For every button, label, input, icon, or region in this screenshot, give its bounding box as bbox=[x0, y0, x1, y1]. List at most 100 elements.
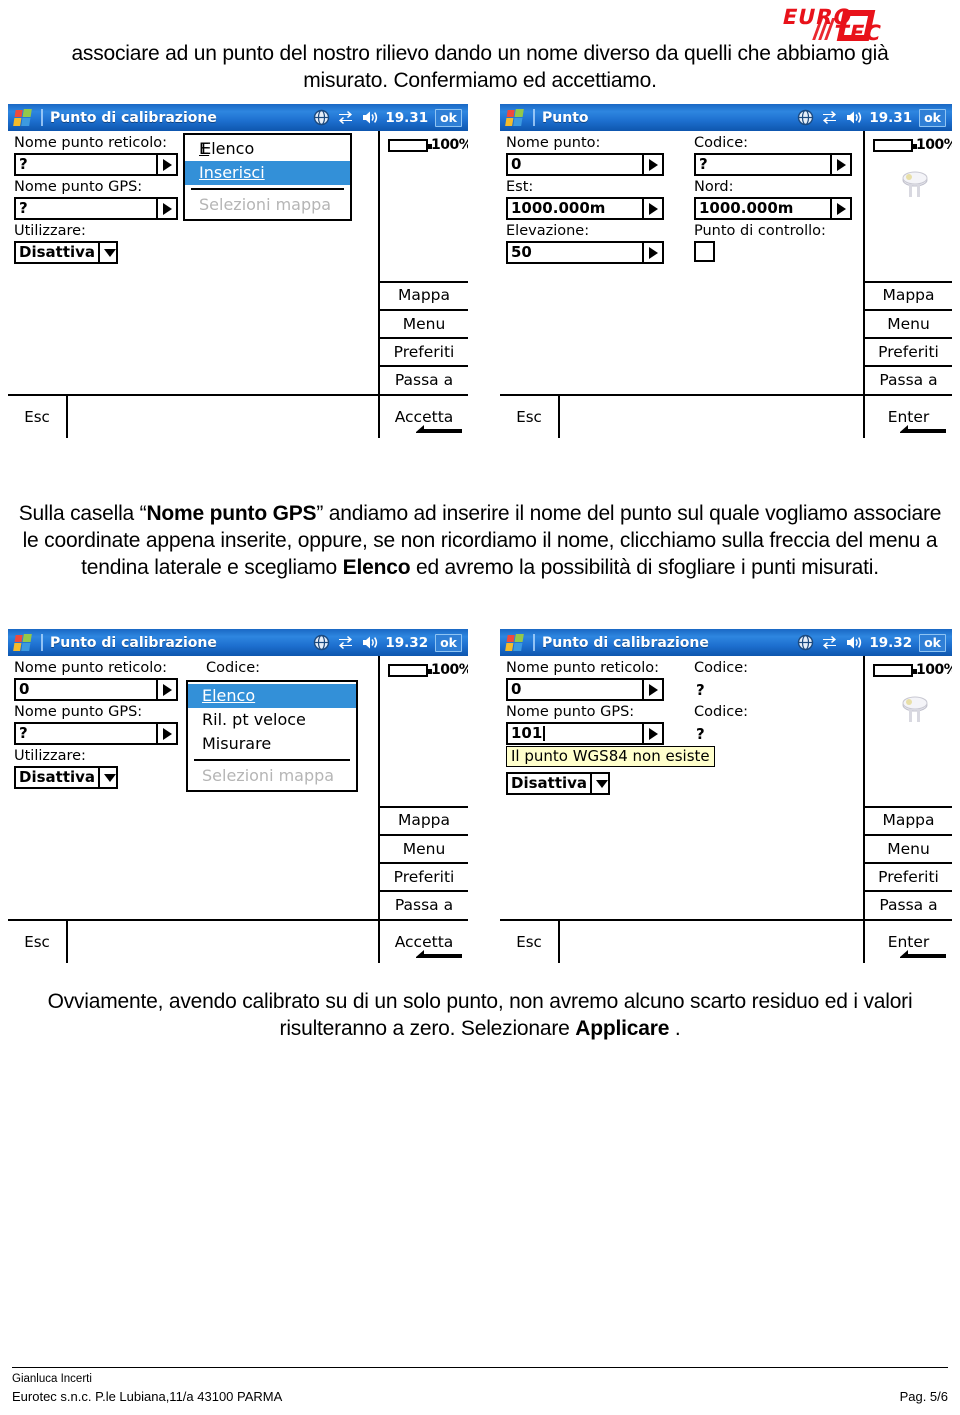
eurotec-logo: EURO TEC bbox=[756, 2, 952, 44]
esc-button[interactable]: Esc bbox=[500, 921, 558, 963]
windows-start-icon[interactable] bbox=[503, 108, 529, 128]
menu-item-inserisci[interactable]: Inserisci bbox=[185, 161, 350, 185]
chevron-down-icon[interactable] bbox=[98, 243, 120, 262]
field-codice[interactable]: ? bbox=[694, 153, 852, 176]
sidebar-button-mappa[interactable]: Mappa bbox=[380, 806, 468, 834]
sidebar-button-passa-a[interactable]: Passa a bbox=[865, 890, 952, 918]
value-nome-punto-gps: ? bbox=[19, 724, 28, 742]
dropdown-arrow-icon[interactable] bbox=[156, 199, 176, 218]
label-nome-punto-gps: Nome punto GPS: bbox=[14, 704, 143, 720]
value-nord: 1000.000m bbox=[699, 199, 794, 217]
battery-percent: 100% bbox=[916, 662, 952, 678]
field-nome-punto-gps[interactable]: ? bbox=[14, 197, 178, 220]
enter-key-glyph-icon bbox=[900, 950, 946, 958]
activesync-icon[interactable] bbox=[337, 634, 354, 651]
windows-start-icon[interactable] bbox=[11, 633, 37, 653]
dropdown-arrow-icon[interactable] bbox=[642, 155, 662, 174]
combo-utilizzare[interactable]: Disattiva bbox=[506, 772, 610, 795]
dropdown-arrow-icon[interactable] bbox=[642, 680, 662, 699]
activesync-icon[interactable] bbox=[337, 109, 354, 126]
connection-globe-icon[interactable] bbox=[313, 109, 330, 126]
dropdown-arrow-icon[interactable] bbox=[642, 243, 662, 262]
dropdown-arrow-icon[interactable] bbox=[156, 155, 176, 174]
menu-item-ril-pt-veloce[interactable]: Ril. pt veloce bbox=[188, 708, 356, 732]
clock: 19.31 bbox=[869, 109, 913, 126]
value-nome-punto-reticolo: ? bbox=[19, 155, 28, 173]
combo-utilizzare[interactable]: Disattiva bbox=[14, 766, 118, 789]
enter-key-glyph-icon bbox=[416, 950, 462, 958]
field-nord[interactable]: 1000.000m bbox=[694, 197, 852, 220]
esc-button[interactable]: Esc bbox=[8, 921, 66, 963]
dropdown-arrow-icon[interactable] bbox=[156, 680, 176, 699]
menu-item-elenco[interactable]: EElenco bbox=[185, 137, 350, 161]
windows-start-icon[interactable] bbox=[11, 108, 37, 128]
sidebar-button-menu[interactable]: Menu bbox=[865, 309, 952, 337]
battery-icon bbox=[873, 663, 917, 677]
chevron-down-icon[interactable] bbox=[590, 774, 612, 793]
field-nome-punto-reticolo[interactable]: ? bbox=[14, 153, 178, 176]
field-elevazione[interactable]: 50 bbox=[506, 241, 664, 264]
chevron-down-icon[interactable] bbox=[98, 768, 120, 787]
field-nome-punto[interactable]: 0 bbox=[506, 153, 664, 176]
volume-icon[interactable] bbox=[845, 634, 862, 651]
sidebar-buttons: Mappa Menu Preferiti Passa a bbox=[380, 806, 468, 919]
context-menu[interactable]: EElenco Inserisci Selezioni mappa bbox=[183, 133, 352, 221]
dropdown-arrow-icon[interactable] bbox=[156, 724, 176, 743]
checkbox-punto-di-controllo[interactable] bbox=[694, 241, 715, 262]
bottom-divider-1 bbox=[66, 921, 68, 963]
label-est: Est: bbox=[506, 179, 534, 195]
field-nome-punto-gps[interactable]: ? bbox=[14, 722, 178, 745]
value-nome-punto-reticolo: 0 bbox=[19, 680, 30, 698]
sidebar-button-preferiti[interactable]: Preferiti bbox=[865, 862, 952, 890]
sidebar-button-passa-a[interactable]: Passa a bbox=[865, 365, 952, 393]
ok-button[interactable]: ok bbox=[919, 633, 946, 652]
volume-icon[interactable] bbox=[361, 634, 378, 651]
dropdown-arrow-icon[interactable] bbox=[642, 724, 662, 743]
esc-button[interactable]: Esc bbox=[8, 396, 66, 438]
context-menu[interactable]: Elenco Ril. pt veloce Misurare Selezioni… bbox=[186, 680, 358, 792]
windows-start-icon[interactable] bbox=[503, 633, 529, 653]
label-codice: Codice: bbox=[206, 660, 261, 676]
volume-icon[interactable] bbox=[845, 109, 862, 126]
menu-item-misurare-label: Misurare bbox=[202, 734, 272, 753]
dropdown-arrow-icon[interactable] bbox=[830, 155, 850, 174]
sidebar-top-divider bbox=[380, 806, 468, 808]
sidebar-button-menu[interactable]: Menu bbox=[380, 834, 468, 862]
connection-globe-icon[interactable] bbox=[797, 634, 814, 651]
menu-item-misurare[interactable]: Misurare bbox=[188, 732, 356, 756]
activesync-icon[interactable] bbox=[821, 109, 838, 126]
combo-utilizzare[interactable]: Disattiva bbox=[14, 241, 118, 264]
connection-globe-icon[interactable] bbox=[797, 109, 814, 126]
volume-icon[interactable] bbox=[361, 109, 378, 126]
menu-item-elenco[interactable]: Elenco bbox=[188, 684, 356, 708]
battery-indicator: 100% bbox=[873, 137, 952, 153]
connection-globe-icon[interactable] bbox=[313, 634, 330, 651]
ok-button[interactable]: ok bbox=[435, 108, 462, 127]
label-punto-di-controllo: Punto di controllo: bbox=[694, 223, 826, 239]
footer-author: Gianluca Incerti bbox=[12, 1373, 92, 1385]
sidebar-button-passa-a[interactable]: Passa a bbox=[380, 890, 468, 918]
ok-button[interactable]: ok bbox=[435, 633, 462, 652]
sidebar-button-mappa[interactable]: Mappa bbox=[865, 806, 952, 834]
field-nome-punto-gps[interactable]: 101 bbox=[506, 722, 664, 745]
field-nome-punto-reticolo[interactable]: 0 bbox=[506, 678, 664, 701]
sidebar-button-mappa[interactable]: Mappa bbox=[865, 281, 952, 309]
sidebar-button-preferiti[interactable]: Preferiti bbox=[380, 337, 468, 365]
sidebar-button-preferiti[interactable]: Preferiti bbox=[865, 337, 952, 365]
dropdown-arrow-icon[interactable] bbox=[830, 199, 850, 218]
field-est[interactable]: 1000.000m bbox=[506, 197, 664, 220]
ok-button[interactable]: ok bbox=[919, 108, 946, 127]
sidebar-button-menu[interactable]: Menu bbox=[380, 309, 468, 337]
field-nome-punto-reticolo[interactable]: 0 bbox=[14, 678, 178, 701]
label-nome-punto-reticolo: Nome punto reticolo: bbox=[14, 135, 168, 151]
value-est: 1000.000m bbox=[511, 199, 606, 217]
dropdown-arrow-icon[interactable] bbox=[642, 199, 662, 218]
menu-item-ril-pt-veloce-label: Ril. pt veloce bbox=[202, 710, 306, 729]
sidebar-button-passa-a[interactable]: Passa a bbox=[380, 365, 468, 393]
menu-item-elenco-label: Elenco bbox=[201, 139, 255, 158]
esc-button[interactable]: Esc bbox=[500, 396, 558, 438]
sidebar-button-menu[interactable]: Menu bbox=[865, 834, 952, 862]
sidebar-button-preferiti[interactable]: Preferiti bbox=[380, 862, 468, 890]
activesync-icon[interactable] bbox=[821, 634, 838, 651]
sidebar-button-mappa[interactable]: Mappa bbox=[380, 281, 468, 309]
